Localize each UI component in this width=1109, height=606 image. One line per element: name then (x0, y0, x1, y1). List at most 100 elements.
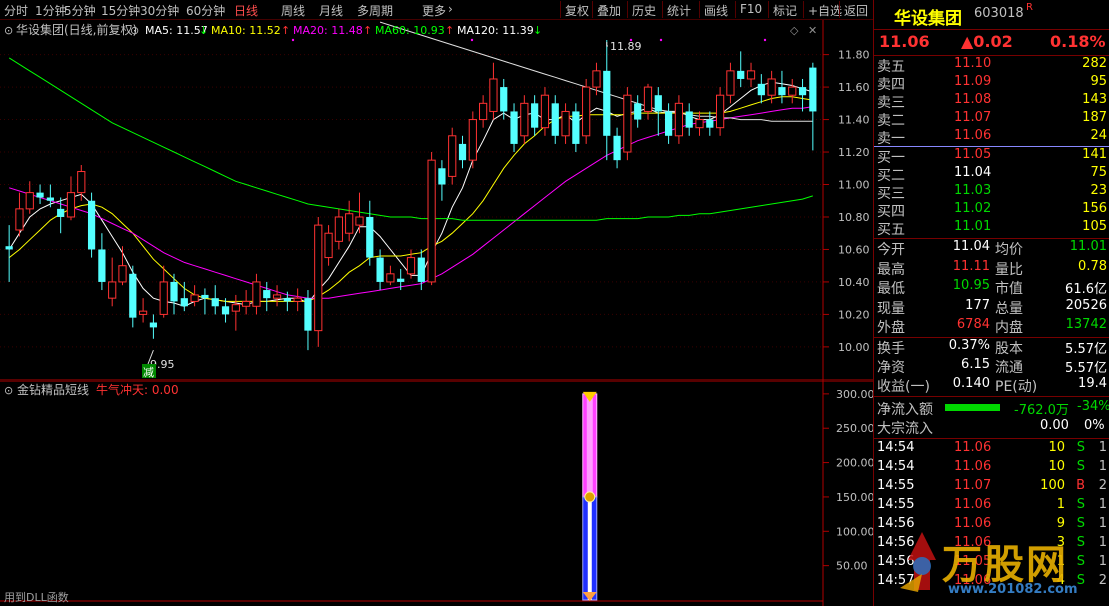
candle-body-down (170, 281, 178, 302)
candle-body-up (231, 304, 240, 312)
toolbar-button-6[interactable]: 标记 (773, 2, 797, 19)
price-axis-label: 10.20 (838, 308, 870, 321)
tick-count: 1 (1098, 516, 1107, 531)
tab-period-8[interactable]: 月线 (319, 2, 343, 19)
candle-body-up (159, 281, 168, 315)
tab-period-4[interactable]: 30分钟 (140, 2, 179, 19)
chart-close-icon[interactable]: ✕ (808, 24, 817, 37)
candle-body-up (66, 192, 76, 218)
candle-body-down (211, 298, 219, 307)
tick-volume: 100 (1040, 478, 1065, 493)
bid-price: 11.04 (954, 165, 992, 180)
stat2-value: 5.57亿 (1065, 361, 1107, 376)
kline-chart[interactable]: 11.80 11.60 11.40 11.20 11.00 10.80 10.60 10.40… (0, 20, 873, 381)
indicator-axis-label: 150.00 (836, 491, 873, 504)
tab-period-1[interactable]: 1分钟 (35, 2, 67, 19)
ask-volume: 282 (1082, 56, 1107, 71)
candle-body-up (77, 171, 86, 194)
stat-label: 内盘 (995, 320, 1023, 336)
watermark-logo: 万股网 www.201082.com (892, 530, 1102, 604)
tab-period-7[interactable]: 周线 (281, 2, 305, 19)
toolbar-button-8[interactable]: 返回 (844, 2, 868, 19)
tab-period-9[interactable]: 多周期 (357, 2, 393, 19)
tab-period-3[interactable]: 15分钟 (101, 2, 140, 19)
indicator-name: 金钻精品短线 (17, 382, 89, 397)
candle-body-down (201, 294, 209, 299)
indicator-axis-label: 300.00 (836, 388, 873, 401)
tick-side: S (1076, 497, 1085, 512)
tab-period-5[interactable]: 60分钟 (186, 2, 225, 19)
indicator-bar-upper-core (586, 393, 593, 497)
candle-body-up (448, 135, 457, 177)
candle-body-up (386, 273, 395, 283)
stat-label: 外盘 (877, 320, 905, 336)
ask-label: 卖五 (877, 59, 905, 75)
chart-settings-icon[interactable]: ⊙ (130, 24, 139, 37)
more-arrow-icon[interactable]: › (448, 2, 453, 16)
ask-label: 卖二 (877, 113, 905, 129)
stat2-label: 收益(一) (877, 379, 930, 395)
tab-period-6[interactable]: 日线 (234, 2, 258, 19)
price-axis-label: 11.60 (838, 81, 870, 94)
candle-body-up (138, 310, 148, 315)
candle-body-up (623, 94, 632, 153)
candle-body-up (643, 86, 653, 112)
tab-period-10[interactable]: 更多 (422, 2, 446, 19)
candle (448, 127, 457, 185)
chart-diamond-icon[interactable]: ◇ (790, 24, 799, 37)
quote-panel: 华设集团 603018 R 11.06 ▲0.02 0.18% 卖五 11.10 2… (873, 0, 1109, 606)
tab-period-2[interactable]: 5分钟 (64, 2, 96, 19)
toolbar-button-3[interactable]: 统计 (667, 2, 691, 19)
candle-body-down (458, 143, 467, 161)
bid-volume: 23 (1090, 183, 1107, 198)
toolbar-button-0[interactable]: 复权 (565, 2, 589, 19)
ask-row: 卖一 11.06 24 (874, 128, 1109, 148)
ask-row: 卖二 11.07 187 (874, 110, 1109, 130)
chart-collapse-icon[interactable]: ⊙ (4, 24, 13, 37)
ask-price: 11.08 (954, 92, 992, 107)
bid-row: 买四 11.02 156 (874, 201, 1109, 221)
ask-price: 11.07 (954, 110, 992, 125)
candle (623, 87, 632, 161)
candle (427, 152, 436, 286)
toolbar-button-1[interactable]: 叠加 (597, 2, 621, 19)
bid-price: 11.05 (954, 147, 992, 162)
net-inflow-pct: -34% (1077, 399, 1109, 414)
stat-label: 量比 (995, 261, 1023, 278)
price-axis-label: 11.00 (838, 179, 870, 192)
toolbar-button-4[interactable]: 画线 (704, 2, 728, 19)
tick-volume: 10 (1048, 440, 1065, 455)
stat-label: 均价 (995, 242, 1023, 258)
indicator-collapse-icon[interactable]: ⊙ (4, 384, 13, 397)
tab-period-0[interactable]: 分时 (4, 2, 28, 19)
candle-body-up (489, 78, 498, 112)
candle-body-down (531, 103, 539, 128)
candle-body-down (510, 111, 518, 144)
candle-body-up (592, 70, 601, 88)
toolbar-button-5[interactable]: F10 (740, 2, 762, 16)
bid-volume: 156 (1082, 201, 1107, 216)
tick-side: S (1076, 516, 1085, 531)
toolbar-separator (768, 1, 769, 18)
stat2-value: 5.57亿 (1065, 342, 1107, 357)
signal-dot (291, 38, 295, 42)
candle-body-up (272, 294, 282, 299)
bid-row: 买三 11.03 23 (874, 183, 1109, 203)
tick-time: 14:55 (877, 497, 915, 512)
stat-value: 11.11 (952, 258, 990, 274)
indicator-chart[interactable]: ⊙ 金钻精品短线 牛气冲天: 0.00 300.00 250.00 200.00 15… (0, 381, 873, 606)
stat-row: 最高 11.11 量比 0.78 (874, 259, 1109, 279)
candle-body-up (716, 94, 725, 129)
price-axis-label: 10.00 (838, 341, 870, 354)
stat-value: 0.78 (1078, 258, 1107, 274)
ask-volume: 24 (1090, 128, 1107, 143)
candle-body-up (427, 159, 436, 283)
tick-count: 1 (1098, 440, 1107, 455)
watermark-url: www.201082.com (948, 582, 1078, 597)
block-inflow-value: 0.00 (1040, 418, 1069, 433)
candle-body-up (468, 119, 477, 161)
candle-body-up (540, 94, 550, 129)
toolbar-button-7[interactable]: +自选 (808, 2, 842, 19)
toolbar-button-2[interactable]: 历史 (632, 2, 656, 19)
bid-price: 11.01 (954, 219, 992, 234)
